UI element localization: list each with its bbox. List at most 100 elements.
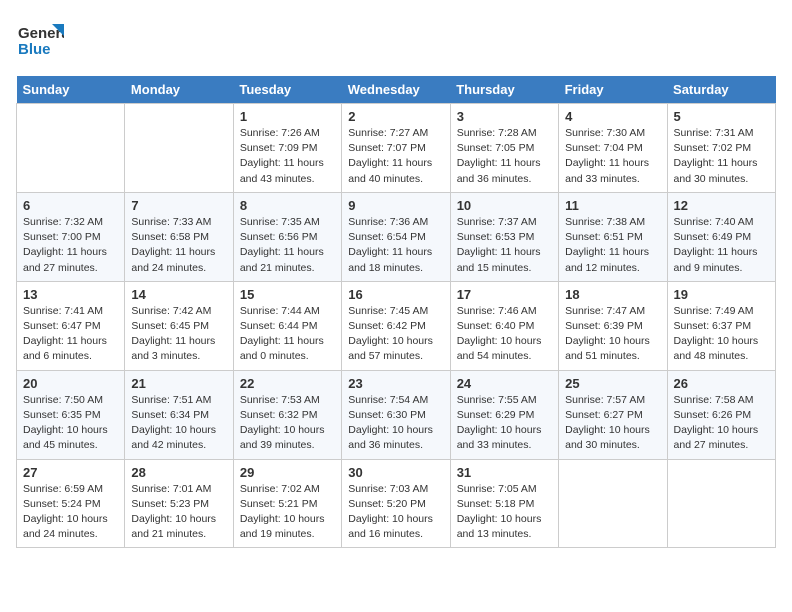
day-info: Sunrise: 7:55 AM Sunset: 6:29 PM Dayligh… (457, 393, 552, 454)
day-info: Sunrise: 7:31 AM Sunset: 7:02 PM Dayligh… (674, 126, 769, 187)
logo: General Blue (16, 16, 64, 64)
calendar-cell: 13 Sunrise: 7:41 AM Sunset: 6:47 PM Dayli… (17, 281, 125, 370)
week-row-1: 1Sunrise: 7:26 AM Sunset: 7:09 PM Daylig… (17, 104, 776, 193)
calendar-cell: 27 Sunrise: 6:59 AM Sunset: 5:24 PM Dayli… (17, 459, 125, 548)
day-info: Sunrise: 7:38 AM Sunset: 6:51 PM Dayligh… (565, 215, 660, 276)
day-header-sunday: Sunday (17, 76, 125, 104)
day-number: 22 (240, 376, 335, 391)
calendar-cell: 16 Sunrise: 7:45 AM Sunset: 6:42 PM Dayli… (342, 281, 450, 370)
day-number: 20 (23, 376, 118, 391)
day-info: Sunrise: 7:41 AM Sunset: 6:47 PM Dayligh… (23, 304, 118, 365)
logo-icon: General Blue (16, 16, 64, 64)
calendar-header-row: SundayMondayTuesdayWednesdayThursdayFrid… (17, 76, 776, 104)
day-info: Sunrise: 7:47 AM Sunset: 6:39 PM Dayligh… (565, 304, 660, 365)
day-number: 17 (457, 287, 552, 302)
calendar-cell: 29Sunrise: 7:02 AM Sunset: 5:21 PM Dayli… (233, 459, 341, 548)
day-info: Sunrise: 7:54 AM Sunset: 6:30 PM Dayligh… (348, 393, 443, 454)
day-info: Sunrise: 7:58 AM Sunset: 6:26 PM Dayligh… (674, 393, 769, 454)
day-info: Sunrise: 7:45 AM Sunset: 6:42 PM Dayligh… (348, 304, 443, 365)
day-info: Sunrise: 7:36 AM Sunset: 6:54 PM Dayligh… (348, 215, 443, 276)
calendar-cell: 11 Sunrise: 7:38 AM Sunset: 6:51 PM Dayli… (559, 192, 667, 281)
day-info: Sunrise: 7:33 AM Sunset: 6:58 PM Dayligh… (131, 215, 226, 276)
day-number: 6 (23, 198, 118, 213)
day-number: 13 (23, 287, 118, 302)
day-info: Sunrise: 7:05 AM Sunset: 5:18 PM Dayligh… (457, 482, 552, 543)
day-number: 30 (348, 465, 443, 480)
calendar-cell: 3 Sunrise: 7:28 AM Sunset: 7:05 PM Daylig… (450, 104, 558, 193)
day-number: 29 (240, 465, 335, 480)
day-info: Sunrise: 7:40 AM Sunset: 6:49 PM Dayligh… (674, 215, 769, 276)
day-number: 19 (674, 287, 769, 302)
day-info: Sunrise: 7:49 AM Sunset: 6:37 PM Dayligh… (674, 304, 769, 365)
calendar-cell (559, 459, 667, 548)
calendar-cell (125, 104, 233, 193)
calendar-cell: 6Sunrise: 7:32 AM Sunset: 7:00 PM Daylig… (17, 192, 125, 281)
calendar-cell: 10 Sunrise: 7:37 AM Sunset: 6:53 PM Dayli… (450, 192, 558, 281)
day-number: 14 (131, 287, 226, 302)
day-number: 26 (674, 376, 769, 391)
day-info: Sunrise: 6:59 AM Sunset: 5:24 PM Dayligh… (23, 482, 118, 543)
calendar-cell: 4 Sunrise: 7:30 AM Sunset: 7:04 PM Daylig… (559, 104, 667, 193)
day-number: 16 (348, 287, 443, 302)
day-header-thursday: Thursday (450, 76, 558, 104)
day-number: 23 (348, 376, 443, 391)
calendar-cell: 17 Sunrise: 7:46 AM Sunset: 6:40 PM Dayli… (450, 281, 558, 370)
day-number: 31 (457, 465, 552, 480)
day-number: 9 (348, 198, 443, 213)
day-info: Sunrise: 7:46 AM Sunset: 6:40 PM Dayligh… (457, 304, 552, 365)
day-info: Sunrise: 7:27 AM Sunset: 7:07 PM Dayligh… (348, 126, 443, 187)
day-number: 12 (674, 198, 769, 213)
day-info: Sunrise: 7:50 AM Sunset: 6:35 PM Dayligh… (23, 393, 118, 454)
calendar-cell: 24 Sunrise: 7:55 AM Sunset: 6:29 PM Dayli… (450, 370, 558, 459)
day-number: 11 (565, 198, 660, 213)
day-number: 28 (131, 465, 226, 480)
day-header-saturday: Saturday (667, 76, 775, 104)
calendar-cell: 25Sunrise: 7:57 AM Sunset: 6:27 PM Dayli… (559, 370, 667, 459)
day-info: Sunrise: 7:30 AM Sunset: 7:04 PM Dayligh… (565, 126, 660, 187)
calendar-cell: 5 Sunrise: 7:31 AM Sunset: 7:02 PM Daylig… (667, 104, 775, 193)
day-number: 8 (240, 198, 335, 213)
week-row-3: 13 Sunrise: 7:41 AM Sunset: 6:47 PM Dayli… (17, 281, 776, 370)
day-number: 27 (23, 465, 118, 480)
day-info: Sunrise: 7:44 AM Sunset: 6:44 PM Dayligh… (240, 304, 335, 365)
day-info: Sunrise: 7:53 AM Sunset: 6:32 PM Dayligh… (240, 393, 335, 454)
calendar-cell: 23 Sunrise: 7:54 AM Sunset: 6:30 PM Dayli… (342, 370, 450, 459)
day-number: 2 (348, 109, 443, 124)
calendar-cell: 31 Sunrise: 7:05 AM Sunset: 5:18 PM Dayli… (450, 459, 558, 548)
day-header-monday: Monday (125, 76, 233, 104)
day-info: Sunrise: 7:03 AM Sunset: 5:20 PM Dayligh… (348, 482, 443, 543)
day-number: 10 (457, 198, 552, 213)
calendar-cell: 2 Sunrise: 7:27 AM Sunset: 7:07 PM Daylig… (342, 104, 450, 193)
calendar-cell: 21Sunrise: 7:51 AM Sunset: 6:34 PM Dayli… (125, 370, 233, 459)
calendar-cell: 9 Sunrise: 7:36 AM Sunset: 6:54 PM Daylig… (342, 192, 450, 281)
calendar-cell: 19 Sunrise: 7:49 AM Sunset: 6:37 PM Dayli… (667, 281, 775, 370)
calendar-cell (17, 104, 125, 193)
day-number: 5 (674, 109, 769, 124)
calendar-cell: 30 Sunrise: 7:03 AM Sunset: 5:20 PM Dayli… (342, 459, 450, 548)
calendar-cell: 28 Sunrise: 7:01 AM Sunset: 5:23 PM Dayli… (125, 459, 233, 548)
calendar-cell: 18Sunrise: 7:47 AM Sunset: 6:39 PM Dayli… (559, 281, 667, 370)
day-info: Sunrise: 7:42 AM Sunset: 6:45 PM Dayligh… (131, 304, 226, 365)
day-info: Sunrise: 7:57 AM Sunset: 6:27 PM Dayligh… (565, 393, 660, 454)
calendar-cell: 1Sunrise: 7:26 AM Sunset: 7:09 PM Daylig… (233, 104, 341, 193)
day-info: Sunrise: 7:37 AM Sunset: 6:53 PM Dayligh… (457, 215, 552, 276)
day-number: 4 (565, 109, 660, 124)
calendar-cell: 7 Sunrise: 7:33 AM Sunset: 6:58 PM Daylig… (125, 192, 233, 281)
day-info: Sunrise: 7:01 AM Sunset: 5:23 PM Dayligh… (131, 482, 226, 543)
page-header: General Blue (16, 16, 776, 64)
calendar-cell: 15 Sunrise: 7:44 AM Sunset: 6:44 PM Dayli… (233, 281, 341, 370)
calendar-body: 1Sunrise: 7:26 AM Sunset: 7:09 PM Daylig… (17, 104, 776, 548)
day-number: 21 (131, 376, 226, 391)
svg-text:Blue: Blue (18, 41, 51, 58)
day-number: 7 (131, 198, 226, 213)
day-header-tuesday: Tuesday (233, 76, 341, 104)
calendar-cell: 22 Sunrise: 7:53 AM Sunset: 6:32 PM Dayli… (233, 370, 341, 459)
calendar-table: SundayMondayTuesdayWednesdayThursdayFrid… (16, 76, 776, 548)
week-row-2: 6Sunrise: 7:32 AM Sunset: 7:00 PM Daylig… (17, 192, 776, 281)
day-number: 24 (457, 376, 552, 391)
calendar-cell: 26 Sunrise: 7:58 AM Sunset: 6:26 PM Dayli… (667, 370, 775, 459)
day-info: Sunrise: 7:28 AM Sunset: 7:05 PM Dayligh… (457, 126, 552, 187)
day-header-friday: Friday (559, 76, 667, 104)
day-number: 3 (457, 109, 552, 124)
day-number: 15 (240, 287, 335, 302)
